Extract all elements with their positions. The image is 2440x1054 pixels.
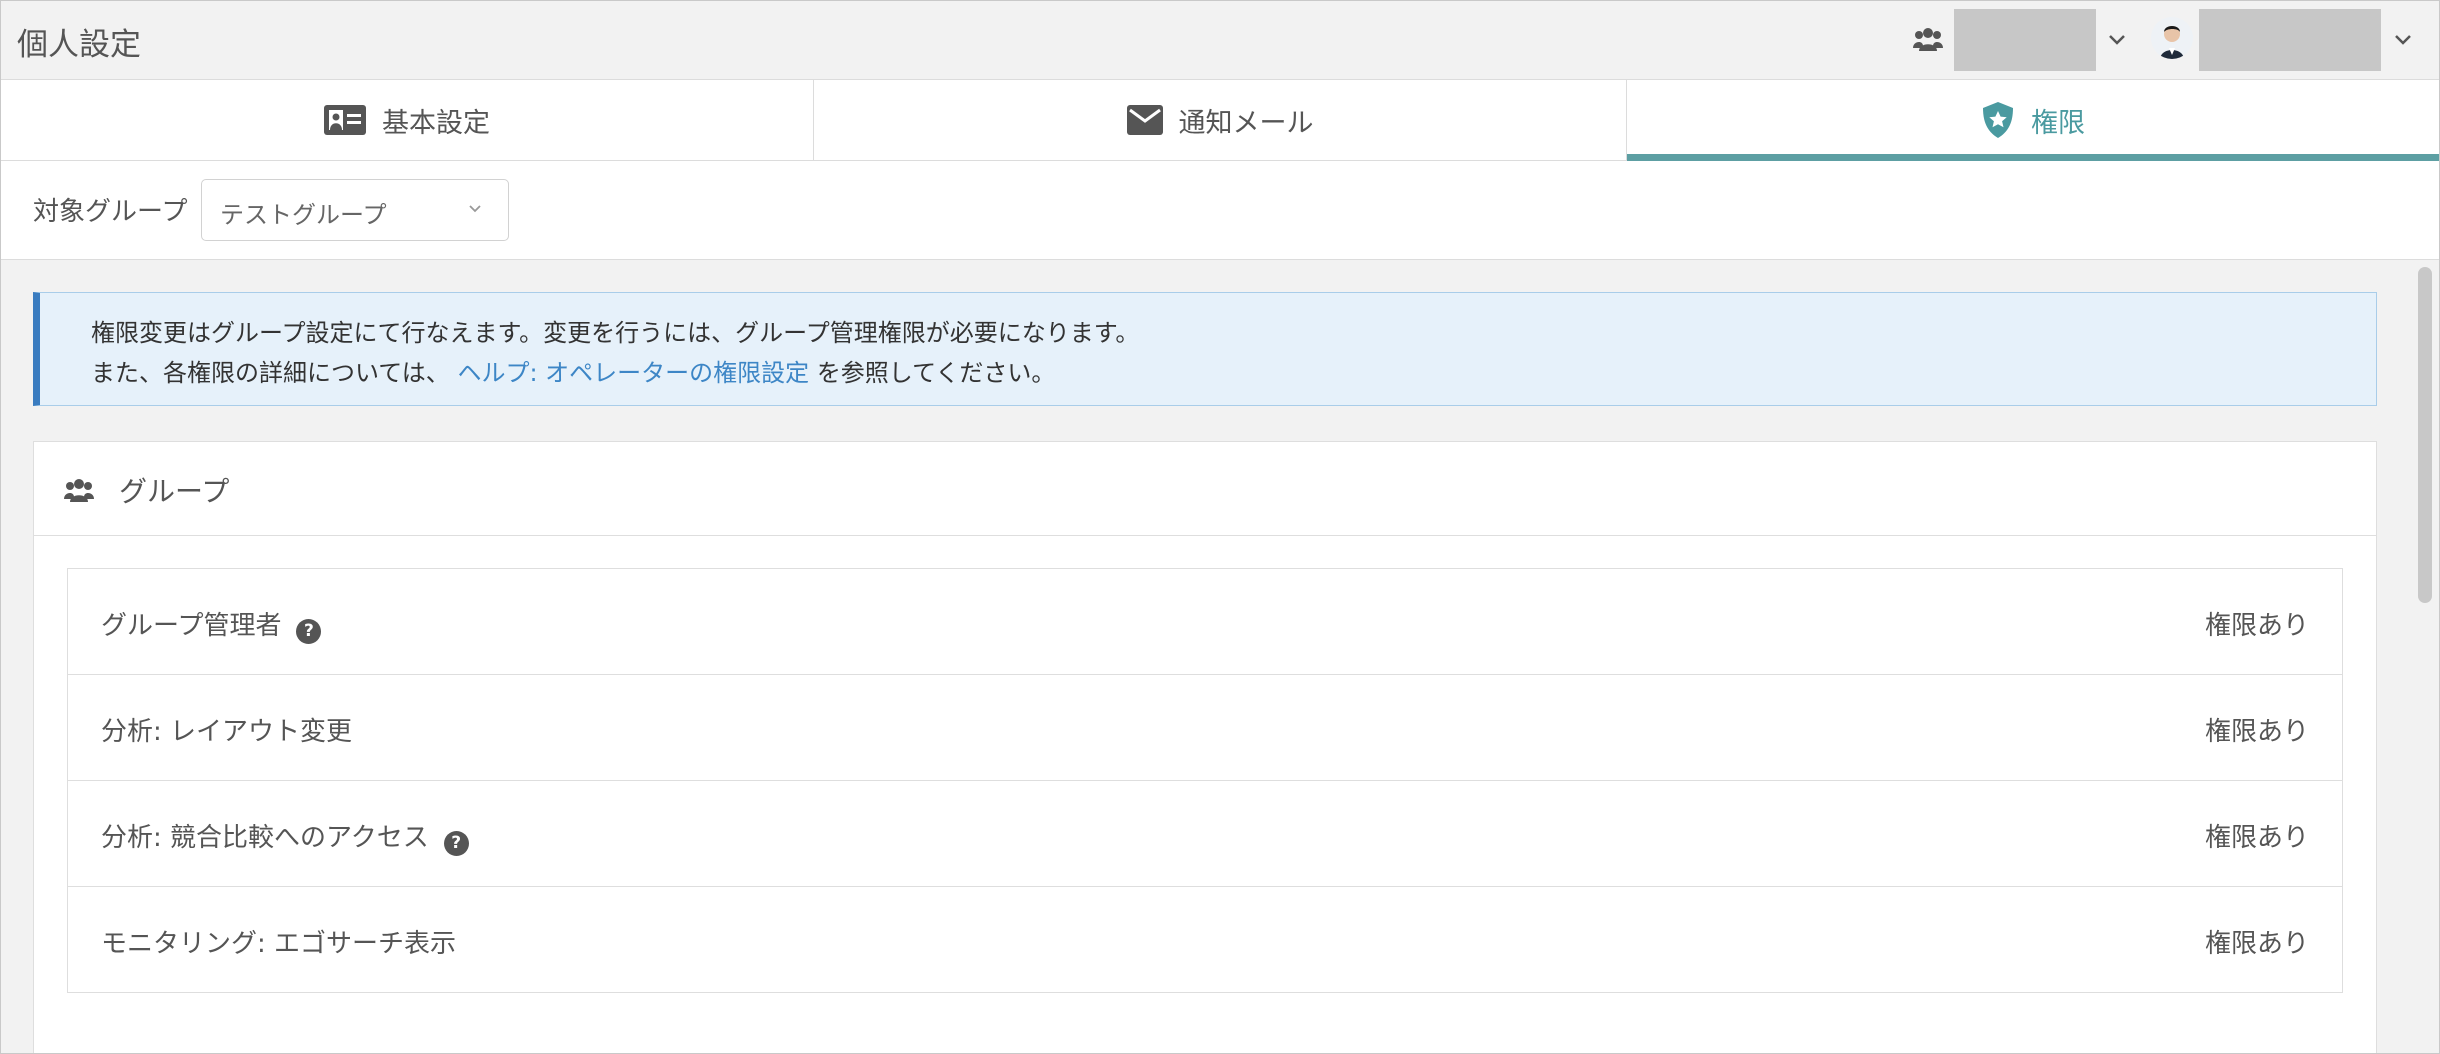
chevron-down-icon[interactable] [2108, 34, 2126, 46]
permission-name: グループ管理者? [101, 605, 322, 644]
permission-list: グループ管理者? 権限あり 分析: レイアウト変更 権限あり 分析: 競合比較へ… [67, 568, 2343, 993]
permission-status: 権限あり [2204, 717, 2309, 747]
tab-notification-mail[interactable]: 通知メール [814, 80, 1627, 160]
chevron-down-icon[interactable] [2394, 34, 2412, 46]
user-menu[interactable] [2199, 9, 2381, 71]
tab-permissions[interactable]: 権限 [1627, 80, 2439, 161]
group-icon [1913, 28, 1943, 51]
group-permissions-panel: グループ グループ管理者? 権限あり 分析: レイアウト変更 権限あり 分析: … [33, 441, 2377, 1053]
permission-status: 権限あり [2204, 611, 2309, 641]
permission-name: モニタリング: エゴサーチ表示 [101, 929, 457, 959]
group-icon [64, 479, 94, 502]
permission-row: グループ管理者? 権限あり [68, 569, 2342, 675]
main-content: 権限変更はグループ設定にて行なえます。変更を行うには、グループ管理権限が必要にな… [1, 260, 2411, 1053]
page-header: 個人設定 [1, 1, 2439, 80]
permission-row: 分析: レイアウト変更 権限あり [68, 675, 2342, 781]
chevron-down-icon [469, 205, 481, 213]
scrollbar-thumb[interactable] [2418, 267, 2432, 603]
id-card-icon [324, 105, 366, 135]
panel-header: グループ [34, 442, 2376, 536]
tab-label: 基本設定 [382, 107, 490, 139]
vertical-scrollbar[interactable] [2411, 260, 2439, 1053]
help-icon[interactable]: ? [296, 619, 322, 644]
permission-status: 権限あり [2204, 823, 2309, 853]
tab-label: 通知メール [1178, 107, 1314, 139]
notice-line-2: また、各権限の詳細については、 ヘルプ: オペレーターの権限設定 を参照してくだ… [91, 353, 1055, 388]
permission-row: モニタリング: エゴサーチ表示 権限あり [68, 887, 2342, 992]
tab-label: 権限 [2031, 107, 2085, 139]
select-value: テストグループ [220, 201, 387, 229]
target-group-label: 対象グループ [33, 197, 188, 227]
page-title: 個人設定 [17, 27, 141, 63]
permission-name: 分析: レイアウト変更 [101, 717, 353, 747]
group-filter-bar: 対象グループ テストグループ [1, 161, 2439, 260]
settings-tabs: 基本設定 通知メール 権限 [1, 80, 2439, 161]
help-icon[interactable]: ? [443, 831, 469, 856]
info-notice: 権限変更はグループ設定にて行なえます。変更を行うには、グループ管理権限が必要にな… [33, 292, 2377, 406]
permission-row: 分析: 競合比較へのアクセス? 権限あり [68, 781, 2342, 887]
notice-line-2-suffix: を参照してください。 [816, 359, 1056, 387]
notice-line-2-prefix: また、各権限の詳細については、 [91, 359, 450, 387]
target-group-select[interactable]: テストグループ [201, 179, 509, 241]
help-link[interactable]: ヘルプ: オペレーターの権限設定 [457, 359, 809, 387]
mail-icon [1126, 105, 1163, 135]
group-switcher[interactable] [1954, 9, 2096, 71]
tab-basic-settings[interactable]: 基本設定 [1, 80, 814, 160]
shield-star-icon [1981, 101, 2015, 139]
avatar[interactable] [2151, 17, 2193, 59]
permission-status: 権限あり [2204, 929, 2309, 959]
notice-line-1: 権限変更はグループ設定にて行なえます。変更を行うには、グループ管理権限が必要にな… [91, 319, 1140, 347]
permission-name: 分析: 競合比較へのアクセス? [101, 817, 469, 856]
app-window: 個人設定 基本設定 通知メール 権限 対象グループ テストグループ 権限変更はグ… [0, 0, 2440, 1054]
panel-title: グループ [119, 475, 230, 508]
